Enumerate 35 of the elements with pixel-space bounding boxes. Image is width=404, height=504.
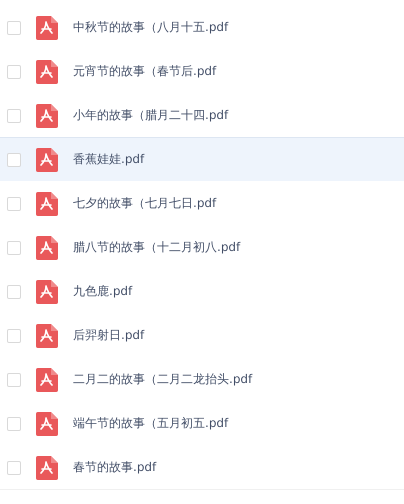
file-name: 小年的故事（腊月二十四.pdf xyxy=(73,107,228,124)
pdf-file-icon xyxy=(36,16,58,40)
checkbox[interactable] xyxy=(7,196,21,210)
file-name: 中秋节的故事（八月十五.pdf xyxy=(73,19,228,36)
checkbox[interactable] xyxy=(7,328,21,342)
pdf-file-icon xyxy=(36,412,58,436)
pdf-file-icon xyxy=(36,60,58,84)
checkbox[interactable] xyxy=(7,416,21,430)
checkbox[interactable] xyxy=(7,20,21,34)
pdf-file-icon xyxy=(36,104,58,128)
file-name: 元宵节的故事（春节后.pdf xyxy=(73,63,216,80)
pdf-file-icon xyxy=(36,192,58,216)
pdf-file-icon xyxy=(36,368,58,392)
checkbox[interactable] xyxy=(7,240,21,254)
checkbox[interactable] xyxy=(7,372,21,386)
file-row[interactable]: 春节的故事.pdf xyxy=(0,445,404,490)
checkbox[interactable] xyxy=(7,460,21,474)
pdf-file-icon xyxy=(36,236,58,260)
file-row[interactable]: 香蕉娃娃.pdf xyxy=(0,137,404,182)
file-name: 七夕的故事（七月七日.pdf xyxy=(73,195,216,212)
file-name: 端午节的故事（五月初五.pdf xyxy=(73,415,228,432)
file-name: 春节的故事.pdf xyxy=(73,459,156,476)
pdf-file-icon xyxy=(36,456,58,480)
file-name: 后羿射日.pdf xyxy=(73,327,144,344)
file-name: 香蕉娃娃.pdf xyxy=(73,151,144,168)
checkbox[interactable] xyxy=(7,64,21,78)
file-name: 腊八节的故事（十二月初八.pdf xyxy=(73,239,240,256)
pdf-file-icon xyxy=(36,280,58,304)
checkbox[interactable] xyxy=(7,152,21,166)
checkbox[interactable] xyxy=(7,108,21,122)
file-name: 二月二的故事（二月二龙抬头.pdf xyxy=(73,371,252,388)
checkbox[interactable] xyxy=(7,284,21,298)
file-name: 九色鹿.pdf xyxy=(73,283,132,300)
pdf-file-icon xyxy=(36,148,58,172)
pdf-file-icon xyxy=(36,324,58,348)
